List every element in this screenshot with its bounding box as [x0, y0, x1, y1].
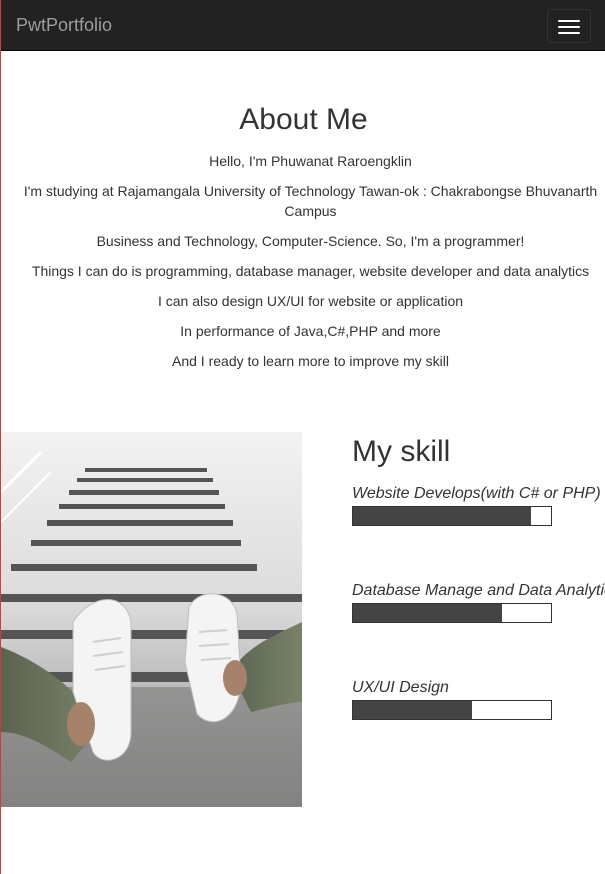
skill-progress-bar	[352, 603, 552, 623]
skill-item: UX/UI Design	[352, 678, 605, 720]
about-title: About Me	[239, 103, 368, 136]
menu-toggle-button[interactable]	[547, 9, 591, 43]
skills-title: My skill	[352, 435, 451, 468]
skill-progress-bar	[352, 700, 552, 720]
skill-item: Website Develops(with C# or PHP)	[352, 484, 605, 526]
about-section: About Me Hello, I'm Phuwanat Raroengklin…	[1, 100, 605, 381]
about-line: Business and Technology, Computer-Scienc…	[96, 233, 525, 249]
navbar: PwtPortfolio	[1, 0, 605, 51]
hamburger-menu-icon	[558, 32, 580, 34]
skill-progress-bar	[352, 506, 552, 526]
page: PwtPortfolio About Me Hello, I'm Phuwana…	[0, 0, 605, 874]
about-line: Things I can do is programming, database…	[31, 263, 590, 279]
about-line: I'm studying at Rajamangala University o…	[23, 183, 598, 219]
hamburger-menu-icon	[558, 20, 580, 22]
skill-label: Database Manage and Data Analytics	[352, 582, 605, 599]
skill-progress-fill	[353, 701, 472, 719]
skill-label: UX/UI Design	[352, 679, 449, 696]
skills-section: My skill Website Develops(with C# or PHP…	[352, 432, 605, 720]
brand-link[interactable]: PwtPortfolio	[16, 14, 112, 36]
about-line: And I ready to learn more to improve my …	[172, 353, 449, 369]
skill-label: Website Develops(with C# or PHP)	[352, 485, 601, 502]
hamburger-menu-icon	[558, 26, 580, 28]
about-line: Hello, I'm Phuwanat Raroengklin	[209, 153, 412, 169]
sneakers-on-stairs-photo	[1, 432, 302, 807]
about-line: In performance of Java,C#,PHP and more	[180, 323, 441, 339]
about-line: I can also design UX/UI for website or a…	[157, 293, 464, 309]
skill-progress-fill	[353, 507, 532, 525]
skill-progress-fill	[353, 604, 502, 622]
skill-item: Database Manage and Data Analytics	[352, 581, 605, 623]
